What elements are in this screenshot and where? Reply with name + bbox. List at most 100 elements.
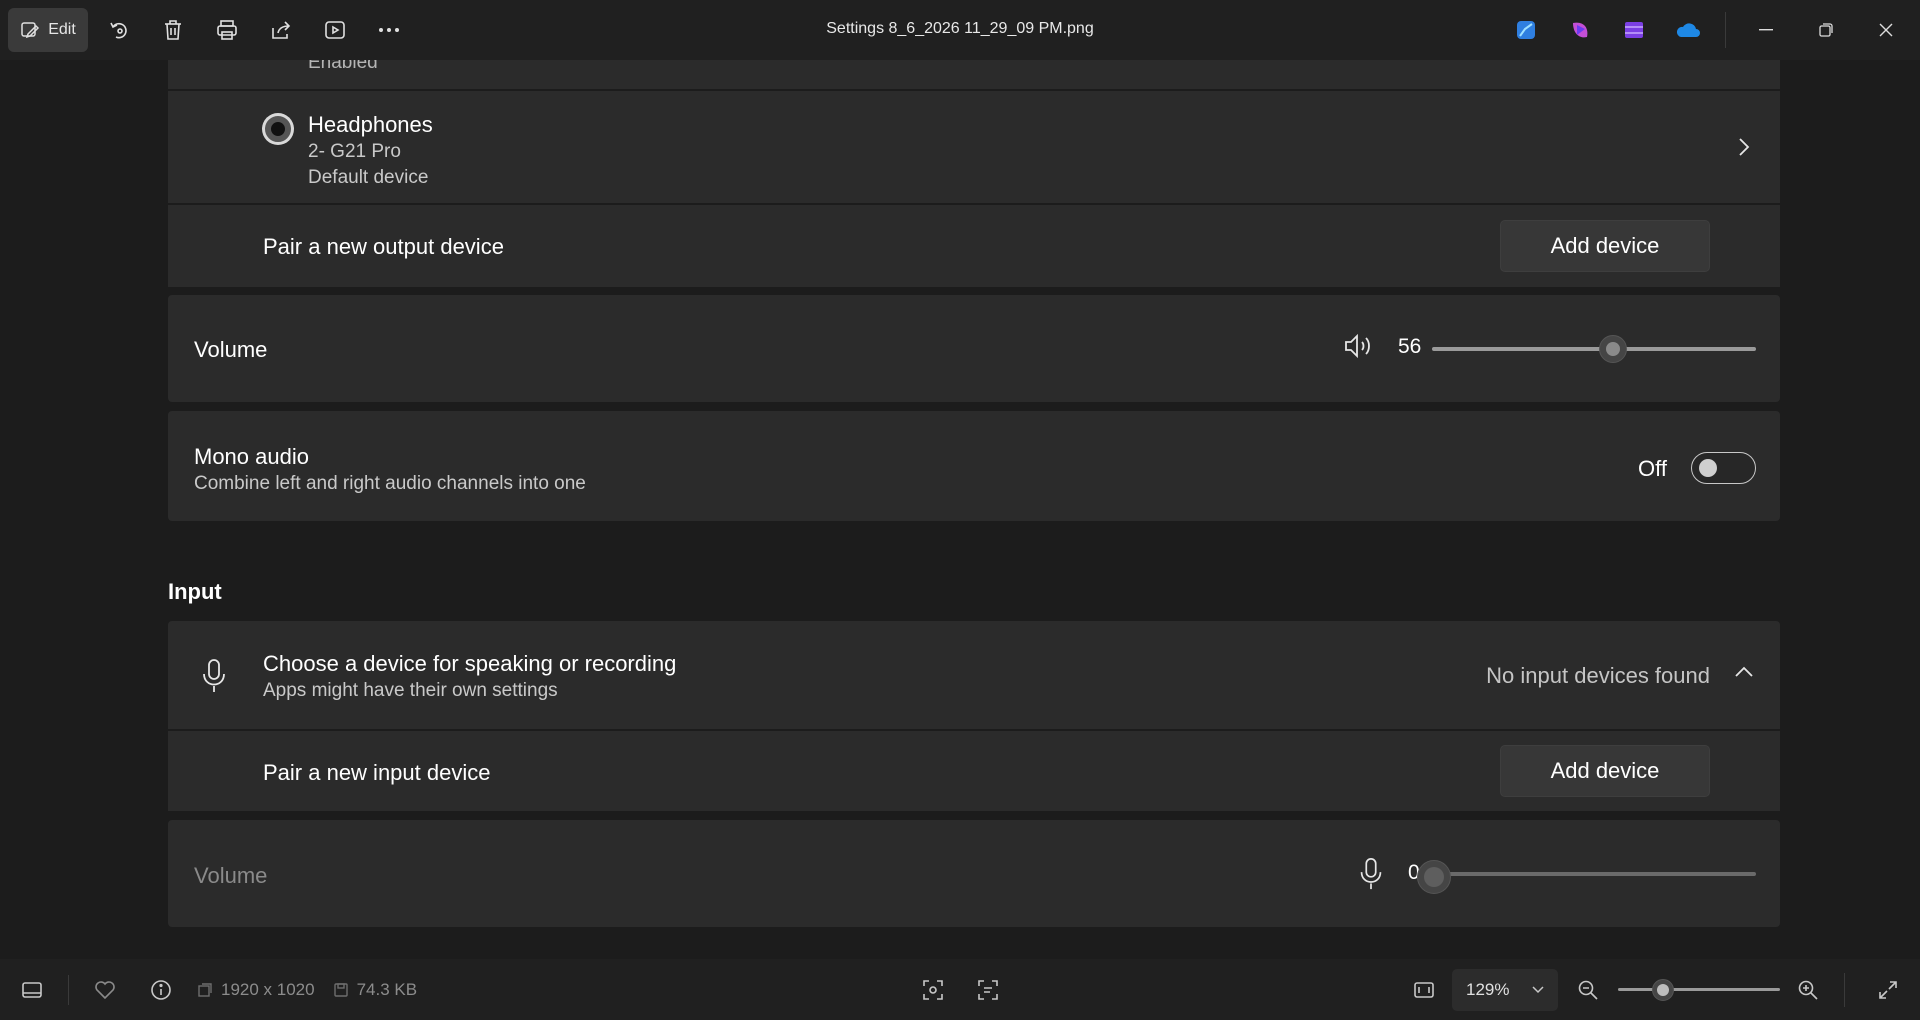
edit-image-icon	[21, 22, 40, 39]
choose-device-title: Choose a device for speaking or recordin…	[263, 651, 677, 676]
device-status: Default device	[308, 167, 429, 188]
mono-toggle-state: Off	[1638, 456, 1667, 481]
zoom-slider-track[interactable]	[1618, 988, 1780, 991]
slider-thumb-center	[1606, 342, 1621, 356]
zoom-in-button[interactable]	[1780, 959, 1836, 1020]
microphone-icon	[203, 659, 225, 692]
mono-audio-row: Mono audio Combine left and right audio …	[168, 411, 1780, 521]
print-button[interactable]	[200, 0, 254, 60]
pair-output-row: Pair a new output device Add device	[168, 204, 1780, 287]
output-device-row-partial[interactable]: Enabled	[168, 60, 1780, 89]
microphone-icon	[1360, 858, 1382, 890]
input-section-heading: Input	[168, 579, 222, 604]
input-volume-label: Volume	[194, 863, 268, 888]
zoom-out-button[interactable]	[1560, 959, 1616, 1020]
mono-audio-toggle[interactable]	[1691, 452, 1756, 484]
close-button[interactable]	[1856, 0, 1916, 60]
save-disk-icon	[333, 982, 348, 997]
input-volume-slider-track[interactable]	[1432, 872, 1756, 876]
output-volume-row: Volume 56	[168, 295, 1780, 402]
add-input-device-button[interactable]: Add device	[1500, 745, 1710, 797]
chevron-up-icon[interactable]	[1734, 666, 1754, 678]
image-dimensions: 1920 x 1020	[197, 980, 315, 1000]
more-options-button[interactable]	[362, 0, 416, 60]
dimensions-icon	[198, 982, 212, 997]
zoom-value: 129%	[1466, 980, 1510, 999]
text-scan-button[interactable]	[960, 959, 1016, 1020]
share-button[interactable]	[254, 0, 308, 60]
onedrive-app-button[interactable]	[1661, 0, 1715, 60]
volume-slider-track[interactable]	[1432, 347, 1756, 351]
fit-window-icon	[1414, 981, 1434, 998]
fit-to-window-button[interactable]	[1396, 959, 1452, 1020]
video-editor-app-button[interactable]	[1607, 0, 1661, 60]
status-separator	[1844, 973, 1845, 1007]
full-screen-button[interactable]	[1860, 959, 1916, 1020]
photos-app-button[interactable]	[1499, 0, 1553, 60]
file-info-button[interactable]	[133, 959, 189, 1020]
device-status-text: Enabled	[308, 60, 378, 73]
clipchamp-icon	[1573, 22, 1588, 38]
more-icon	[379, 28, 399, 32]
zoom-slider-thumb[interactable]	[1652, 979, 1675, 1001]
volume-slider-thumb[interactable]	[1599, 335, 1628, 363]
slider-thumb-center	[1423, 867, 1444, 887]
onedrive-icon	[1676, 23, 1700, 37]
mono-audio-description: Combine left and right audio channels in…	[194, 473, 586, 494]
pair-input-label: Pair a new input device	[263, 760, 491, 785]
add-output-device-button[interactable]: Add device	[1500, 220, 1710, 272]
status-bar: 1920 x 1020 74.3 KB 129%	[0, 959, 1920, 1020]
fullscreen-icon	[1879, 980, 1897, 999]
edit-button[interactable]: Edit	[8, 8, 88, 52]
status-separator	[68, 974, 69, 1005]
dimensions-text: 1920 x 1020	[221, 979, 315, 999]
video-editor-icon	[1625, 22, 1643, 38]
visual-search-button[interactable]	[905, 959, 961, 1020]
zoom-thumb-center	[1657, 984, 1670, 996]
pair-output-label: Pair a new output device	[263, 234, 504, 259]
input-volume-slider-thumb[interactable]	[1416, 860, 1451, 894]
text-scan-icon	[978, 979, 998, 1000]
filmstrip-button[interactable]	[4, 959, 60, 1020]
choose-device-subtitle: Apps might have their own settings	[263, 680, 558, 701]
zoom-in-icon	[1798, 980, 1818, 1000]
pair-input-row: Pair a new input device Add device	[168, 730, 1780, 811]
delete-button[interactable]	[146, 0, 200, 60]
visual-search-icon	[923, 979, 943, 1000]
radio-indicator	[265, 116, 291, 142]
favorite-button[interactable]	[77, 959, 133, 1020]
input-volume-row: Volume 0	[168, 820, 1780, 927]
mono-audio-title: Mono audio	[194, 444, 309, 469]
volume-value: 56	[1398, 335, 1422, 358]
file-size-text: 74.3 KB	[356, 979, 418, 999]
edit-label: Edit	[48, 21, 76, 38]
speaker-icon[interactable]	[1343, 333, 1373, 359]
print-icon	[217, 20, 237, 40]
slideshow-button[interactable]	[308, 0, 362, 60]
info-icon	[151, 979, 171, 1000]
share-icon	[272, 21, 291, 39]
device-name: Headphones	[308, 112, 433, 137]
minimize-button[interactable]	[1736, 0, 1796, 60]
headphones-device-row[interactable]: Headphones 2- G21 Pro Default device	[168, 90, 1780, 203]
zoom-out-icon	[1578, 980, 1598, 1000]
input-device-status: No input devices found	[1486, 663, 1710, 688]
title-bar: Edit Settings 8_6_2026 11_29_09 PM.png	[0, 0, 1920, 60]
choose-input-device-row[interactable]: Choose a device for speaking or recordin…	[168, 621, 1780, 729]
restore-icon	[1819, 23, 1833, 37]
device-model: 2- G21 Pro	[308, 141, 401, 162]
rotate-icon	[110, 22, 127, 39]
chevron-down-icon	[1532, 986, 1544, 994]
photos-icon	[1517, 21, 1535, 39]
zoom-dropdown[interactable]: 129%	[1452, 969, 1558, 1011]
clipchamp-app-button[interactable]	[1553, 0, 1607, 60]
delete-icon	[165, 20, 181, 40]
default-device-radio[interactable]	[262, 113, 294, 145]
restore-button[interactable]	[1796, 0, 1856, 60]
heart-icon	[95, 980, 115, 999]
chevron-right-icon[interactable]	[1738, 137, 1750, 157]
slideshow-icon	[325, 21, 345, 39]
toggle-knob	[1699, 459, 1717, 477]
close-icon	[1879, 23, 1893, 37]
rotate-button[interactable]	[92, 0, 146, 60]
